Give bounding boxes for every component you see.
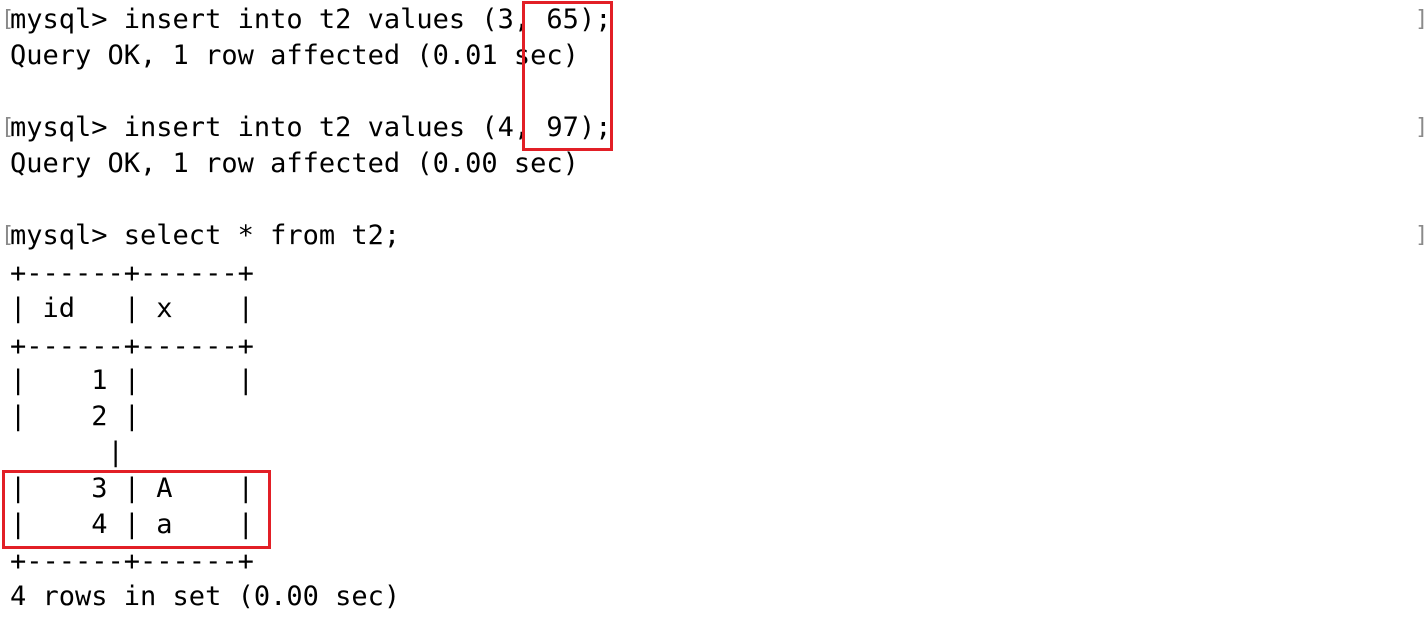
command-line: mysql> select * from t2; — [10, 220, 401, 251]
prompt-bracket-right: ] — [1415, 7, 1428, 32]
prompt-bracket-right: ] — [1415, 223, 1428, 248]
table-row: | 1 | | — [10, 365, 254, 396]
table-border: +------+------+ — [10, 331, 254, 362]
highlight-box-rows — [2, 470, 271, 549]
table-border: +------+------+ — [10, 546, 254, 577]
highlight-box-values — [522, 1, 613, 151]
table-row-wrapped: | — [10, 437, 124, 468]
table-row: | 2 | — [10, 401, 141, 432]
result-line: Query OK, 1 row affected (0.01 sec) — [10, 40, 579, 71]
table-border: +------+------+ — [10, 258, 254, 289]
table-header-row: | id | x | — [10, 293, 254, 324]
prompt-bracket-right: ] — [1415, 115, 1428, 140]
result-line: 4 rows in set (0.00 sec) — [10, 581, 401, 612]
terminal-output: [ mysql> insert into t2 values (3, 65); … — [0, 0, 1428, 634]
result-line: Query OK, 1 row affected (0.00 sec) — [10, 148, 579, 179]
